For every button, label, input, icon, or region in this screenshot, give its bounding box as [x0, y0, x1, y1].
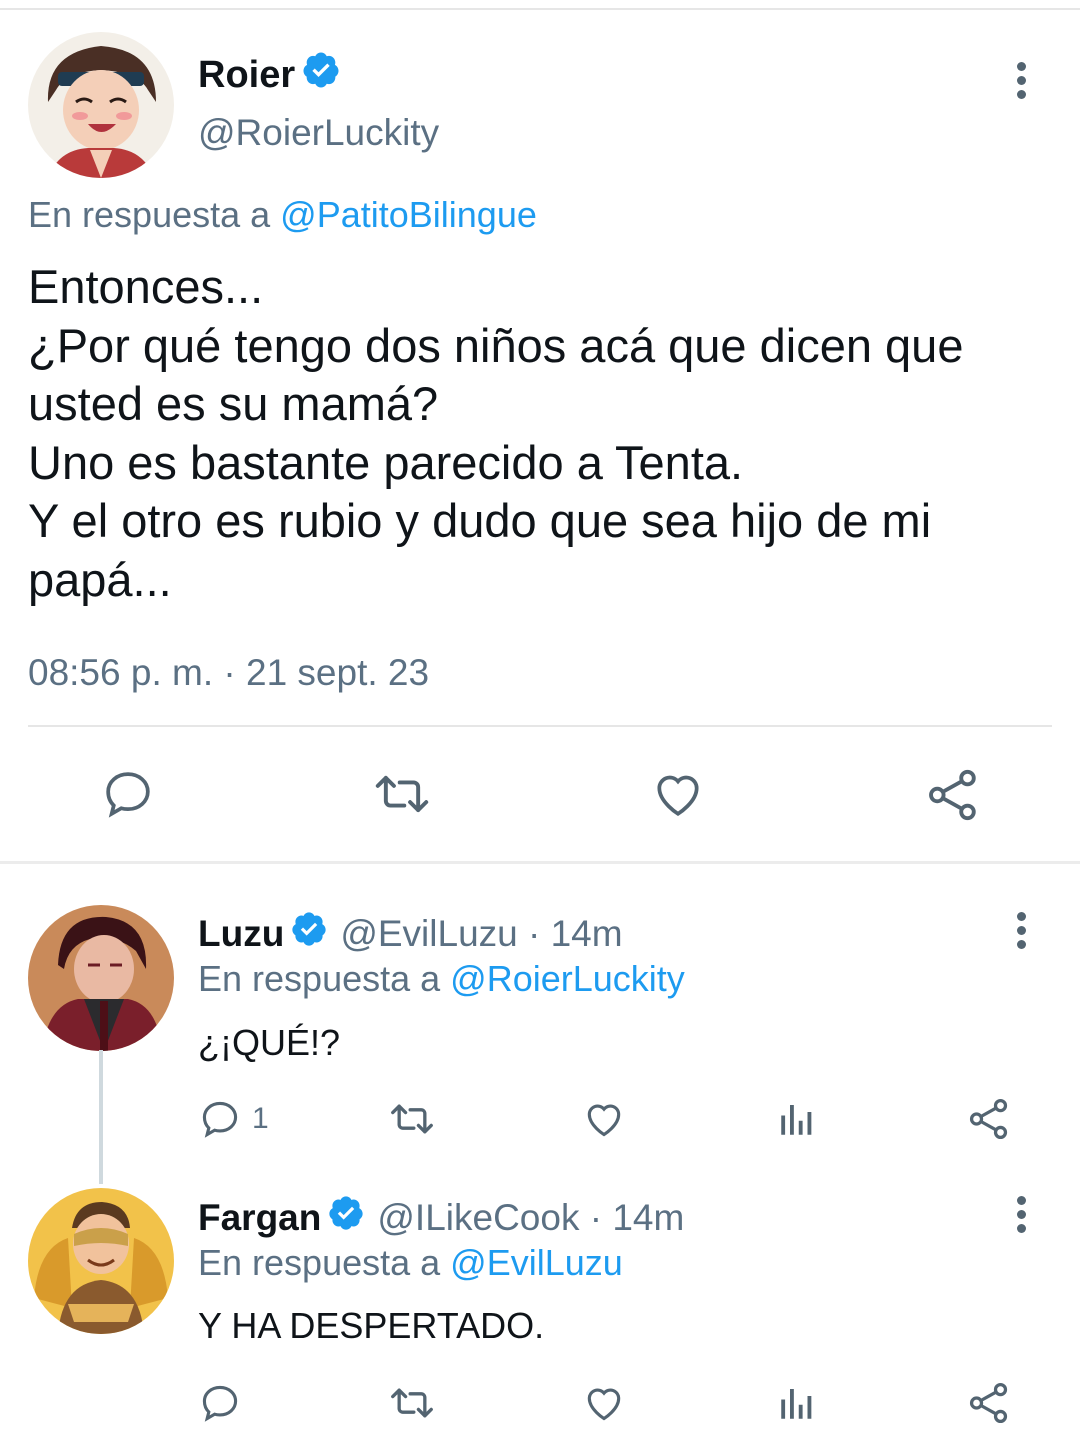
reply-header: Luzu @EvilLuzu · 14m — [198, 910, 623, 957]
tweet-text-line: papá... — [28, 552, 172, 606]
analytics-icon[interactable] — [776, 1381, 818, 1430]
section-separator — [0, 861, 1080, 864]
tweet-text-line: Y el otro es rubio y dudo que sea hijo d… — [28, 494, 932, 547]
tweet-text: Entonces... ¿Por qué tengo dos niños acá… — [28, 258, 1058, 609]
retweet-icon[interactable] — [388, 1097, 436, 1146]
divider — [28, 725, 1052, 727]
reply-to-line: En respuesta a @RoierLuckity — [198, 958, 685, 1000]
reply-to-line: En respuesta a @PatitoBilingue — [28, 194, 537, 236]
like-icon[interactable] — [650, 766, 706, 827]
tweet-text-line: usted es su mamá? — [28, 377, 439, 430]
reply-icon[interactable] — [198, 1381, 242, 1430]
reply-to-handle-link[interactable]: @EvilLuzu — [450, 1242, 623, 1283]
reply-prefix: En respuesta a — [28, 194, 271, 235]
tweet-timestamp[interactable]: 08:56 p. m. · 21 sept. 23 — [28, 652, 429, 694]
reply-prefix: En respuesta a — [198, 1242, 441, 1283]
analytics-icon[interactable] — [776, 1097, 818, 1146]
reply-author-name[interactable]: Fargan — [198, 1197, 321, 1239]
reply-author-handle[interactable]: @EvilLuzu · 14m — [340, 913, 622, 955]
fargan-avatar[interactable] — [28, 1188, 174, 1334]
reply-to-handle-link[interactable]: @RoierLuckity — [450, 958, 685, 999]
share-icon[interactable] — [966, 1380, 1012, 1431]
reply-header: Fargan @ILikeCook · 14m — [198, 1194, 684, 1241]
more-options-icon[interactable] — [1015, 1196, 1027, 1238]
share-icon[interactable] — [924, 766, 982, 829]
verified-badge-icon — [290, 910, 328, 957]
like-icon[interactable] — [582, 1381, 626, 1430]
author-name[interactable]: Roier — [198, 54, 295, 97]
verified-badge-icon — [301, 50, 341, 100]
reply-icon[interactable] — [100, 766, 156, 827]
reply-count: 1 — [252, 1102, 269, 1135]
top-divider — [0, 8, 1080, 10]
verified-badge-icon — [327, 1194, 365, 1241]
reply-text: Y HA DESPERTADO. — [198, 1305, 545, 1346]
reply-icon[interactable] — [198, 1097, 242, 1146]
reply-text: ¿¡QUÉ!? — [198, 1022, 341, 1063]
more-options-icon[interactable] — [1015, 912, 1027, 954]
reply-author-name[interactable]: Luzu — [198, 913, 284, 955]
reply-author-handle[interactable]: @ILikeCook · 14m — [377, 1197, 684, 1239]
reply-to-handle-link[interactable]: @PatitoBilingue — [280, 194, 537, 235]
luzu-avatar[interactable] — [28, 905, 174, 1051]
share-icon[interactable] — [966, 1096, 1012, 1147]
author-name-row[interactable]: Roier — [198, 50, 341, 100]
retweet-icon[interactable] — [372, 766, 432, 827]
tweet-text-line: Uno es bastante parecido a Tenta. — [28, 435, 744, 489]
tweet-text-line: ¿Por qué tengo dos niños acá que dicen q… — [28, 318, 964, 372]
retweet-icon[interactable] — [388, 1381, 436, 1430]
tweet-text-line: Entonces... — [28, 260, 264, 313]
roier-avatar[interactable] — [28, 32, 174, 178]
like-icon[interactable] — [582, 1097, 626, 1146]
thread-connector — [99, 1050, 103, 1184]
reply-to-line: En respuesta a @EvilLuzu — [198, 1242, 623, 1284]
author-handle[interactable]: @RoierLuckity — [198, 112, 439, 154]
reply-prefix: En respuesta a — [198, 958, 441, 999]
more-options-icon[interactable] — [1015, 62, 1027, 104]
